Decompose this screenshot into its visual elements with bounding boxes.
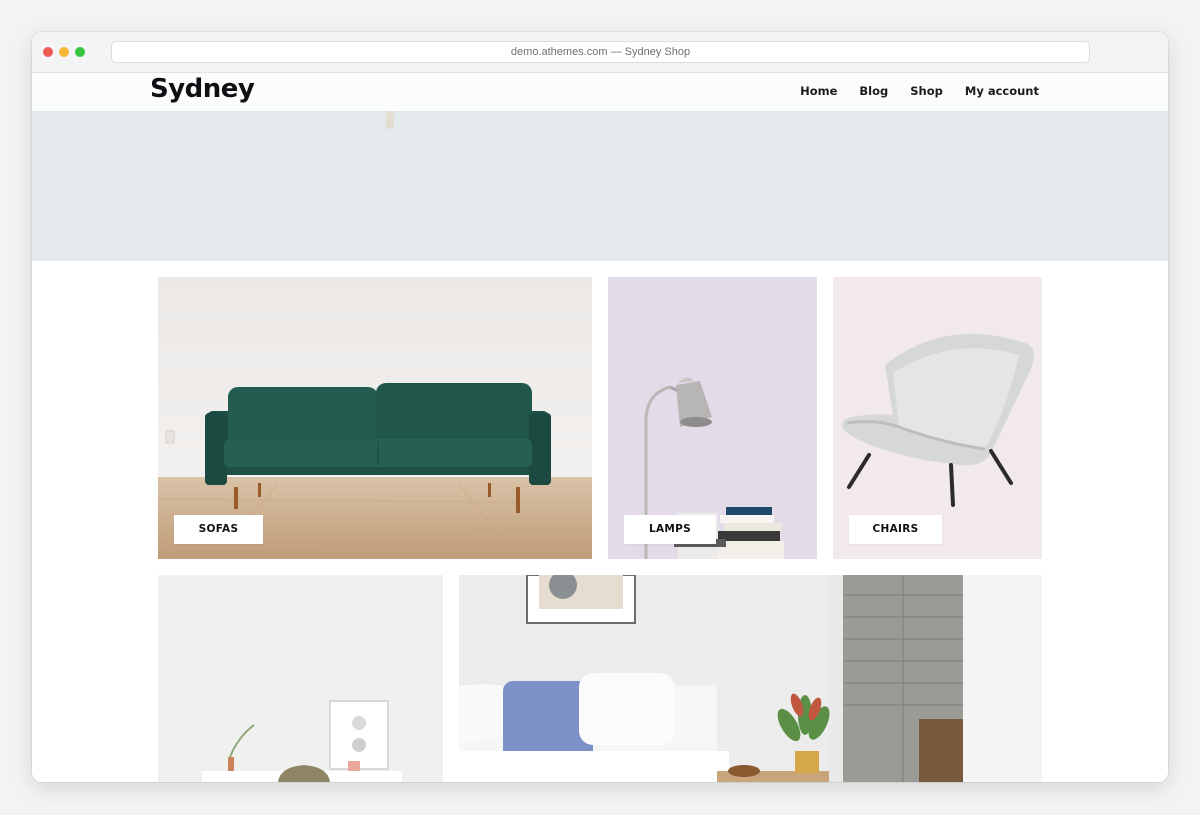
browser-toolbar: demo.athemes.com — Sydney Shop (32, 32, 1168, 73)
minimize-window-button[interactable] (59, 47, 69, 57)
main-nav: Home Blog Shop My account (800, 84, 1039, 98)
website-viewport: Sydney Home Blog Shop My account SOFAS L… (32, 73, 1168, 782)
site-header: Sydney Home Blog Shop My account (32, 73, 1168, 111)
category-tile-bedroom[interactable] (459, 575, 1042, 782)
nav-blog-link[interactable]: Blog (859, 84, 888, 98)
address-bar[interactable]: demo.athemes.com — Sydney Shop (111, 41, 1090, 63)
category-label-chairs[interactable]: CHAIRS (849, 515, 942, 544)
nav-my-account-link[interactable]: My account (965, 84, 1039, 98)
chairs-label-text: CHAIRS (872, 523, 919, 535)
bedroom-photo (459, 575, 1042, 782)
category-label-sofas[interactable]: SOFAS (174, 515, 263, 544)
nav-shop-link[interactable]: Shop (910, 84, 943, 98)
sofas-label-text: SOFAS (198, 523, 239, 535)
close-window-button[interactable] (43, 47, 53, 57)
category-tile-sofas[interactable]: SOFAS (158, 277, 592, 559)
category-tile-desk[interactable] (158, 575, 443, 782)
site-logo[interactable]: Sydney (150, 74, 255, 104)
category-label-lamps[interactable]: LAMPS (624, 515, 716, 544)
hero-banner (32, 73, 1168, 261)
category-tile-chairs[interactable]: CHAIRS (833, 277, 1042, 559)
category-tile-lamps[interactable]: LAMPS (608, 277, 817, 559)
desk-photo (158, 575, 443, 782)
nav-home-link[interactable]: Home (800, 84, 837, 98)
browser-window: demo.athemes.com — Sydney Shop Sydney Ho… (32, 32, 1168, 782)
lamps-label-text: LAMPS (648, 523, 692, 535)
maximize-window-button[interactable] (75, 47, 85, 57)
